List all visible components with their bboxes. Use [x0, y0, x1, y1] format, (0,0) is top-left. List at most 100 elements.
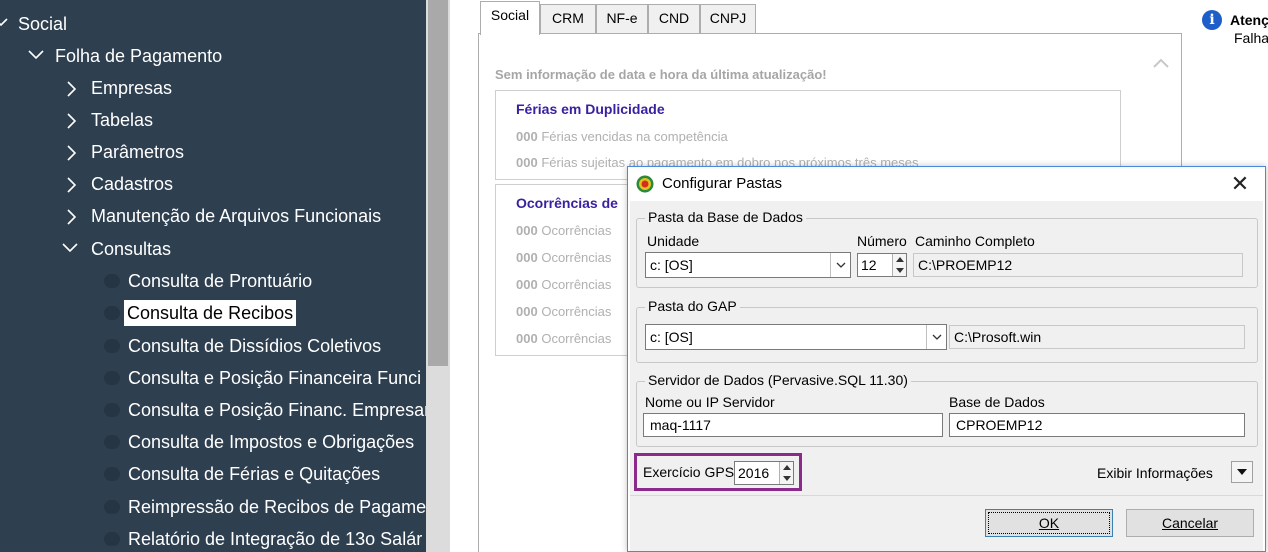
tree-leaf-posicao-financeira-func[interactable]: Consulta e Posição Financeira Funci	[0, 363, 426, 393]
tree-leaf-impostos[interactable]: Consulta de Impostos e Obrigações	[0, 427, 426, 457]
leaf-bullet-icon	[104, 500, 120, 514]
tab-cnd[interactable]: CND	[648, 4, 700, 34]
list-item: 000 Ocorrências	[516, 304, 611, 319]
fieldset-servidor: Servidor de Dados (Pervasive.SQL 11.30) …	[636, 372, 1258, 447]
leaf-bullet-icon	[104, 532, 120, 546]
tab-label: CNPJ	[709, 10, 747, 26]
group-title: Ocorrências de	[516, 195, 618, 211]
chevron-right-icon[interactable]	[66, 73, 82, 103]
scrollbar-thumb[interactable]	[428, 0, 448, 366]
tab-label: NF-e	[606, 10, 638, 26]
chevron-up-icon[interactable]	[1152, 56, 1170, 70]
tree-node-cadastros[interactable]: Cadastros	[0, 169, 426, 199]
tree-node-folha-de-pagamento[interactable]: Folha de Pagamento	[0, 41, 426, 71]
tab-label: Social	[490, 7, 530, 23]
tree-scrollbar[interactable]	[426, 0, 450, 552]
tab-crm[interactable]: CRM	[540, 4, 596, 34]
tab-nfe[interactable]: NF-e	[596, 4, 648, 34]
item-text: Ocorrências	[541, 277, 612, 292]
list-item: 000 Ocorrências	[516, 277, 611, 292]
tree-leaf-reimpressao-recibos[interactable]: Reimpressão de Recibos de Pagamen	[0, 492, 426, 522]
chevron-down-icon[interactable]	[62, 234, 78, 264]
tree-node-empresas[interactable]: Empresas	[0, 73, 426, 103]
leaf-bullet-icon	[104, 467, 120, 481]
triangle-down-icon	[1237, 469, 1247, 475]
close-icon[interactable]: ✕	[1218, 169, 1262, 199]
list-item: 000 Ocorrências	[516, 250, 611, 265]
host-label: Nome ou IP Servidor	[645, 394, 775, 410]
numero-stepper[interactable]: 12	[857, 253, 907, 277]
item-count: 000	[516, 304, 538, 319]
tree-leaf-posicao-financ-empresa[interactable]: Consulta e Posição Financ. Empresar	[0, 395, 426, 425]
tree-node-label: Relatório de Integração de 13o Salár	[128, 529, 423, 549]
tab-label: CRM	[552, 10, 584, 26]
button-label: Cancelar	[1161, 515, 1219, 531]
group-title: Férias em Duplicidade	[516, 101, 665, 117]
tab-cnpj[interactable]: CNPJ	[700, 4, 756, 34]
navigation-tree: Social Folha de Pagamento Empresas Tabel…	[0, 0, 426, 552]
tree-leaf-ferias-quitacoes[interactable]: Consulta de Férias e Quitações	[0, 459, 426, 489]
ok-button[interactable]: OK	[985, 509, 1113, 537]
tree-node-label: Consulta de Dissídios Coletivos	[128, 336, 382, 356]
host-input[interactable]: maq-1117	[643, 413, 943, 437]
dialog-title-bar[interactable]: Configurar Pastas ✕	[628, 167, 1265, 201]
spin-up-icon[interactable]	[892, 254, 906, 265]
tree-node-label: Consulta de Impostos e Obrigações	[128, 432, 415, 452]
tab-social[interactable]: Social	[480, 1, 540, 35]
chevron-right-icon[interactable]	[66, 137, 82, 167]
group-ocorrencias: Ocorrências de 000 Ocorrências 000 Ocorr…	[495, 184, 629, 356]
tab-label: CND	[658, 10, 690, 26]
item-text: Ocorrências	[541, 304, 612, 319]
leaf-bullet-icon	[104, 306, 120, 320]
tree-leaf-dissidios[interactable]: Consulta de Dissídios Coletivos	[0, 331, 426, 361]
item-text: Ocorrências	[541, 250, 612, 265]
caminho-field: C:\PROEMP12	[913, 253, 1243, 277]
tree-leaf-consulta-prontuario[interactable]: Consulta de Prontuário	[0, 266, 426, 296]
db-label: Base de Dados	[949, 394, 1045, 410]
tree-leaf-relatorio-13o[interactable]: Relatório de Integração de 13o Salár	[0, 524, 426, 552]
info-icon: i	[1202, 10, 1222, 30]
spin-up-icon[interactable]	[779, 462, 793, 473]
tree-node-social[interactable]: Social	[0, 9, 426, 39]
spin-down-icon[interactable]	[892, 265, 906, 276]
chevron-down-icon[interactable]	[926, 325, 946, 349]
chevron-down-icon[interactable]	[28, 41, 44, 71]
exibir-informacoes-dropdown[interactable]	[1231, 461, 1253, 483]
item-count: 000	[516, 155, 538, 170]
tree-node-consultas[interactable]: Consultas	[0, 234, 426, 264]
item-text: Ocorrências	[541, 223, 612, 238]
chevron-right-icon[interactable]	[66, 169, 82, 199]
chevron-right-icon[interactable]	[66, 201, 82, 231]
fieldset-legend: Servidor de Dados (Pervasive.SQL 11.30)	[645, 372, 911, 388]
chevron-down-icon[interactable]	[0, 9, 10, 39]
divider	[630, 495, 1263, 496]
exercicio-stepper[interactable]: 2016	[734, 461, 794, 485]
exibir-informacoes-label[interactable]: Exibir Informações	[1097, 465, 1213, 481]
tree-node-tabelas[interactable]: Tabelas	[0, 105, 426, 135]
chevron-down-icon[interactable]	[830, 253, 850, 277]
gap-path-field: C:\Prosoft.win	[949, 325, 1245, 349]
fieldset-base-dados: Pasta da Base de Dados Unidade Número Ca…	[636, 209, 1258, 288]
tree-node-parametros[interactable]: Parâmetros	[0, 137, 426, 167]
unidade-select[interactable]: c: [OS]	[645, 252, 851, 278]
tree-node-manutencao-arquivos[interactable]: Manutenção de Arquivos Funcionais	[0, 201, 426, 231]
field-value: C:\Prosoft.win	[954, 329, 1042, 345]
tree-node-label: Manutenção de Arquivos Funcionais	[91, 206, 382, 226]
select-value: c: [OS]	[650, 329, 693, 345]
gap-drive-select[interactable]: c: [OS]	[645, 324, 947, 350]
tree-node-label: Cadastros	[91, 174, 174, 194]
configurar-pastas-dialog: Configurar Pastas ✕ Pasta da Base de Dad…	[627, 166, 1266, 552]
item-text: Ocorrências	[541, 331, 612, 346]
tree-node-label: Consulta e Posição Financeira Funci	[128, 368, 422, 388]
tree-leaf-consulta-recibos[interactable]: Consulta de Recibos	[0, 298, 426, 328]
spin-down-icon[interactable]	[779, 473, 793, 484]
chevron-right-icon[interactable]	[66, 105, 82, 135]
dialog-title: Configurar Pastas	[662, 175, 783, 192]
item-count: 000	[516, 331, 538, 346]
attention-title: Atenç	[1230, 12, 1268, 28]
input-value: maq-1117	[650, 417, 711, 433]
database-input[interactable]: CPROEMP12	[949, 413, 1245, 437]
leaf-bullet-icon	[104, 274, 120, 288]
tree-node-label: Folha de Pagamento	[55, 46, 223, 66]
cancel-button[interactable]: Cancelar	[1126, 509, 1254, 537]
